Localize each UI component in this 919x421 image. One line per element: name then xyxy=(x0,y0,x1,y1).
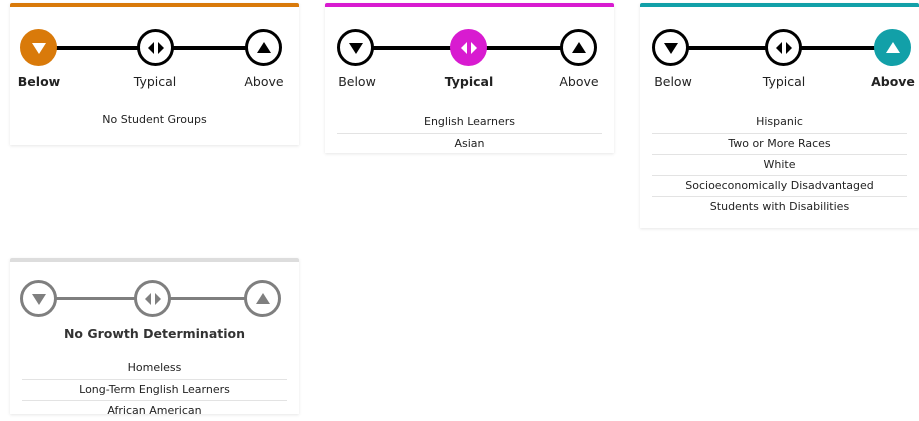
list-item: Two or More Races xyxy=(652,133,907,154)
above-label: Above xyxy=(244,74,284,89)
no-growth-card: No Growth Determination Homeless Long-Te… xyxy=(10,258,299,417)
below-icon xyxy=(20,280,57,317)
typical-icon xyxy=(765,29,802,66)
above-label: Above xyxy=(559,74,599,89)
below-icon xyxy=(337,29,374,66)
above-label: Above xyxy=(871,74,915,89)
list-item: Asian xyxy=(337,133,602,154)
growth-scale: Below Typical Above xyxy=(325,7,614,91)
typical-icon xyxy=(134,280,171,317)
above-icon xyxy=(244,280,281,317)
no-growth-title: No Growth Determination xyxy=(63,326,246,341)
above-icon xyxy=(245,29,282,66)
list-item: Hispanic xyxy=(756,115,803,128)
typical-label: Typical xyxy=(133,74,177,89)
growth-scale: Below Typical Above xyxy=(10,7,299,91)
below-label: Below xyxy=(338,74,376,89)
list-item: African American xyxy=(22,400,287,421)
below-icon xyxy=(652,29,689,66)
below-label: Below xyxy=(17,74,61,89)
student-groups-list: English Learners Asian xyxy=(325,91,614,154)
list-item: English Learners xyxy=(424,115,515,128)
typical-selected-icon xyxy=(450,29,487,66)
list-item: White xyxy=(652,154,907,175)
typical-label: Typical xyxy=(762,74,806,89)
growth-scale: Below Typical Above xyxy=(640,7,919,91)
above-card: Below Typical Above Hispanic Two or More… xyxy=(640,3,919,228)
growth-scale: No Growth Determination xyxy=(10,262,299,342)
below-card: Below Typical Above No Student Groups xyxy=(10,3,299,145)
below-selected-icon xyxy=(20,29,57,66)
below-label: Below xyxy=(654,74,692,89)
list-item: Students with Disabilities xyxy=(652,196,907,217)
student-groups-list: Homeless Long-Term English Learners Afri… xyxy=(10,342,299,421)
student-groups-list: Hispanic Two or More Races White Socioec… xyxy=(640,91,919,217)
list-item: Long-Term English Learners xyxy=(22,379,287,400)
above-icon xyxy=(560,29,597,66)
above-selected-icon xyxy=(874,29,911,66)
typical-card: Below Typical Above English Learners Asi… xyxy=(325,3,614,153)
no-groups-text: No Student Groups xyxy=(102,113,207,126)
typical-label: Typical xyxy=(444,74,494,89)
typical-icon xyxy=(137,29,174,66)
list-item: Homeless xyxy=(127,361,182,374)
list-item: Socioeconomically Disadvantaged xyxy=(652,175,907,196)
